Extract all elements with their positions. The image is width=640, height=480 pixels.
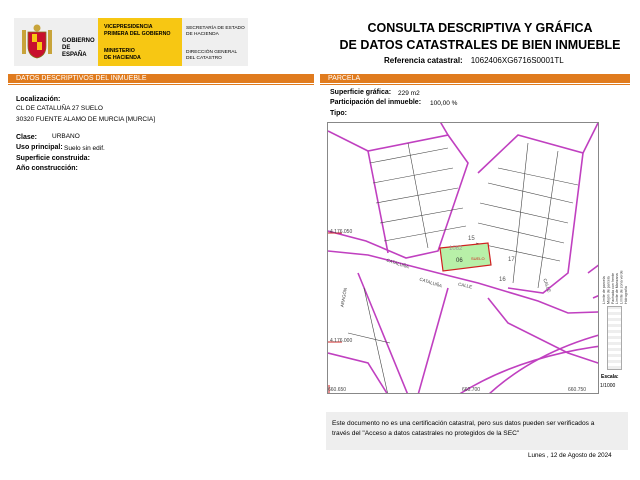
address-line-1: CL DE CATALUÑA 27 SUELO: [16, 105, 103, 112]
coord-label: 4.176.000: [330, 338, 353, 344]
parcel-use-label: SUELO: [471, 256, 485, 261]
vicepresidencia-label: VICEPRESIDENCIA PRIMERA DEL GOBIERNO: [104, 24, 171, 37]
secretaria-label: SECRETARÍA DE ESTADO DE HACIENDA: [186, 26, 245, 37]
coord-label: 660.650: [328, 387, 347, 393]
legend-item: Hidrografía: [624, 286, 629, 304]
localizacion-label: Localización:: [16, 96, 61, 103]
coord-label: 660.750: [568, 387, 587, 393]
ref-value: 1062406XG6716S0001TL: [470, 56, 564, 65]
document-date: Lunes , 12 de Agosto de 2024: [528, 452, 612, 459]
gobierno-label: GOBIERNO DE ESPAÑA: [62, 38, 95, 58]
clase-value: URBANO: [52, 133, 80, 140]
superficie-construida-label: Superficie construida:: [16, 155, 90, 162]
scale-label: Escala:: [601, 374, 619, 380]
parcela-bar: PARCELA: [320, 74, 630, 83]
superficie-grafica-value: 229 m2: [398, 90, 420, 97]
superficie-grafica-label: Superficie gráfica:: [330, 89, 392, 96]
cadastral-reference: Referencia catastral: 1062406XG6716S0001T…: [384, 56, 564, 65]
coord-label: 4.176.050: [330, 229, 353, 235]
participacion-value: 100,00 %: [430, 100, 458, 107]
descriptive-data-bar: DATOS DESCRIPTIVOS DEL INMUEBLE: [8, 74, 314, 83]
parcel-number: 1062: [449, 246, 463, 252]
uso-label: Uso principal:: [16, 144, 63, 151]
legend-stamp: [607, 306, 622, 370]
uso-value: Suelo sin edif.: [64, 145, 105, 152]
divider: [8, 84, 314, 85]
ref-label: Referencia catastral:: [384, 56, 463, 65]
parcel-number: 06: [456, 258, 463, 264]
verification-notice: Este documento no es una certificación c…: [326, 412, 628, 450]
direccion-label: DIRECCIÓN GENERAL DEL CATASTRO: [186, 50, 238, 61]
clase-label: Clase:: [16, 134, 38, 141]
parcel-number: 16: [499, 277, 506, 283]
address-line-2: 30320 FUENTE ALAMO DE MURCIA [MURCIA]: [16, 116, 156, 123]
coat-of-arms-icon: [22, 24, 52, 59]
parcel-number: 15: [468, 236, 475, 242]
tipo-label: Tipo:: [330, 110, 347, 117]
coord-label: 660.700: [462, 387, 481, 393]
page-title: CONSULTA DESCRIPTIVA Y GRÁFICA DE DATOS …: [339, 21, 621, 52]
participacion-label: Participación del inmueble:: [330, 99, 422, 106]
ministerio-label: MINISTERIO DE HACIENDA: [104, 48, 141, 61]
scale-value: 1/1000: [600, 383, 616, 389]
parcel-number: 17: [508, 257, 515, 263]
ano-construccion-label: Año construcción:: [16, 165, 78, 172]
map-legend: Límite de parcela Mojón de parcela Facha…: [598, 122, 629, 394]
cadastral-map[interactable]: 4.176.050 4.176.000 660.650 660.700 660.…: [327, 122, 627, 394]
divider: [320, 84, 630, 85]
